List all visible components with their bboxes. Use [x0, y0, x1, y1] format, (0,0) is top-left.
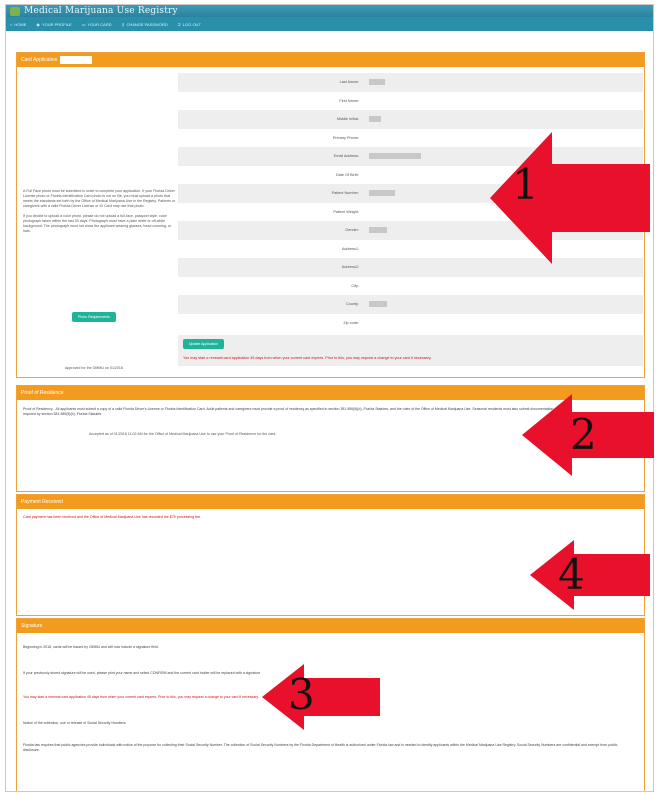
key-icon: ⚷ [121, 21, 125, 27]
annotation-number: 2 [570, 410, 597, 459]
annotation-number: 1 [512, 160, 539, 209]
field-zip-code: Zip code: [343, 320, 359, 325]
app-title: Medical Marijuana Use Registry [24, 6, 178, 16]
signature-title: Signature [21, 623, 43, 629]
photo-requirements-button[interactable]: Photo Requirements [72, 312, 116, 322]
field-middle-initial: Middle Initial: [178, 110, 643, 129]
redacted-value [369, 153, 421, 160]
annotation-number: 4 [558, 550, 585, 599]
card-icon: ▭ [81, 21, 86, 27]
redacted-value [369, 190, 395, 197]
approved-text: Approved for the OMMU on 01/2018 [65, 366, 123, 370]
nav-log-out[interactable]: ⎋ Log Out [178, 22, 201, 27]
field-county: County: [178, 295, 643, 314]
signature-header: Signature [17, 619, 644, 633]
signature-text-2: If your previously stored signature will… [23, 671, 262, 675]
photo-instructions-text-2: If you decide to upload a color photo, p… [23, 214, 172, 233]
nav-your-card[interactable]: ▭ Your Card [82, 22, 112, 27]
payment-header: Payment Received [17, 495, 644, 509]
photo-instructions-text-1: A Full Face photo must be submitted in o… [23, 189, 176, 208]
user-icon: ◉ [36, 21, 40, 27]
residence-accepted-text: Accepted as of 01/2018 11:02 AM for the … [89, 432, 277, 436]
signature-text-1: Beginning in 2018, cards will be issued … [23, 645, 159, 649]
main-nav: ⌂ Home ◉ Your Profile ▭ Your Card ⚷ Change P… [6, 17, 653, 31]
signature-text-3: You may start a renewal card application… [23, 695, 259, 699]
nav-your-profile[interactable]: ◉ Your Profile [36, 22, 71, 27]
home-icon: ⌂ [10, 21, 13, 27]
red-arrow-icon [530, 540, 650, 610]
update-application-button[interactable]: Update Application [183, 339, 225, 349]
app-logo-icon [10, 6, 20, 16]
residence-instructions: Proof of Residency - All applicants must… [23, 407, 559, 416]
nav-home[interactable]: ⌂ Home [10, 22, 26, 27]
redacted-value [369, 227, 387, 234]
payment-status-text: Card payment has been received and the O… [23, 515, 202, 519]
signature-text-4: Notice of the collection, use or release… [23, 721, 127, 725]
logout-icon: ⎋ [177, 21, 181, 27]
redacted-value [369, 116, 381, 123]
red-arrow-icon [262, 664, 380, 730]
field-last-name: Last Name: [178, 73, 643, 92]
redacted-value [369, 79, 385, 86]
app-header: Medical Marijuana Use Registry [6, 5, 653, 17]
annotation-number: 3 [288, 670, 315, 719]
card-application-title: Card Application [21, 57, 58, 63]
redacted-value [369, 301, 387, 308]
card-application-header: Card Application [17, 53, 644, 67]
photo-instructions: A Full Face photo must be submitted in o… [23, 189, 177, 239]
field-city: City: [351, 283, 359, 288]
nav-change-password[interactable]: ⚷ Change Password [122, 22, 168, 27]
signature-text-5: Florida law requires that public agencie… [23, 743, 618, 752]
field-first-name: First Name: [339, 98, 359, 103]
update-section: Update Application You may start a renew… [178, 335, 643, 366]
payment-title: Payment Received [21, 499, 63, 505]
proof-of-residence-title: Proof of Residence [21, 390, 64, 396]
renewal-notice: You may start a renewal card application… [183, 356, 432, 360]
redacted-field [60, 56, 93, 64]
